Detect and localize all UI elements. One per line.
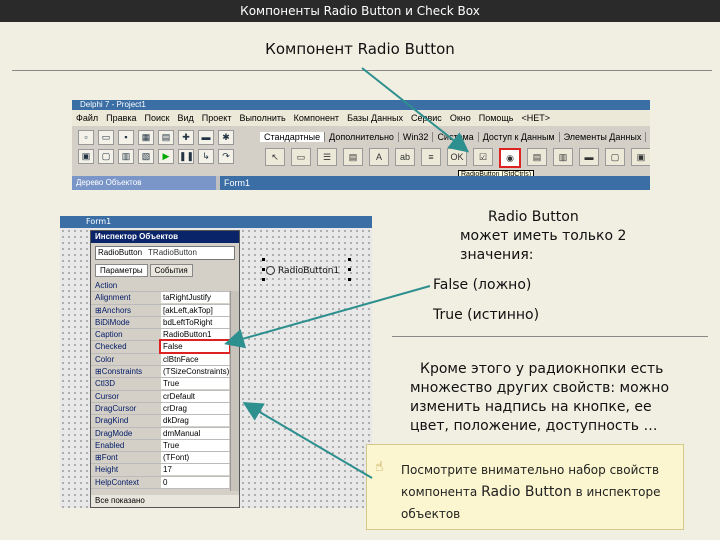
- arrow-to-checked-false: [224, 285, 431, 349]
- arrow-to-property-list: [242, 401, 373, 479]
- callout-arrows: [224, 67, 470, 479]
- arrow-to-radio-icon: [361, 67, 470, 153]
